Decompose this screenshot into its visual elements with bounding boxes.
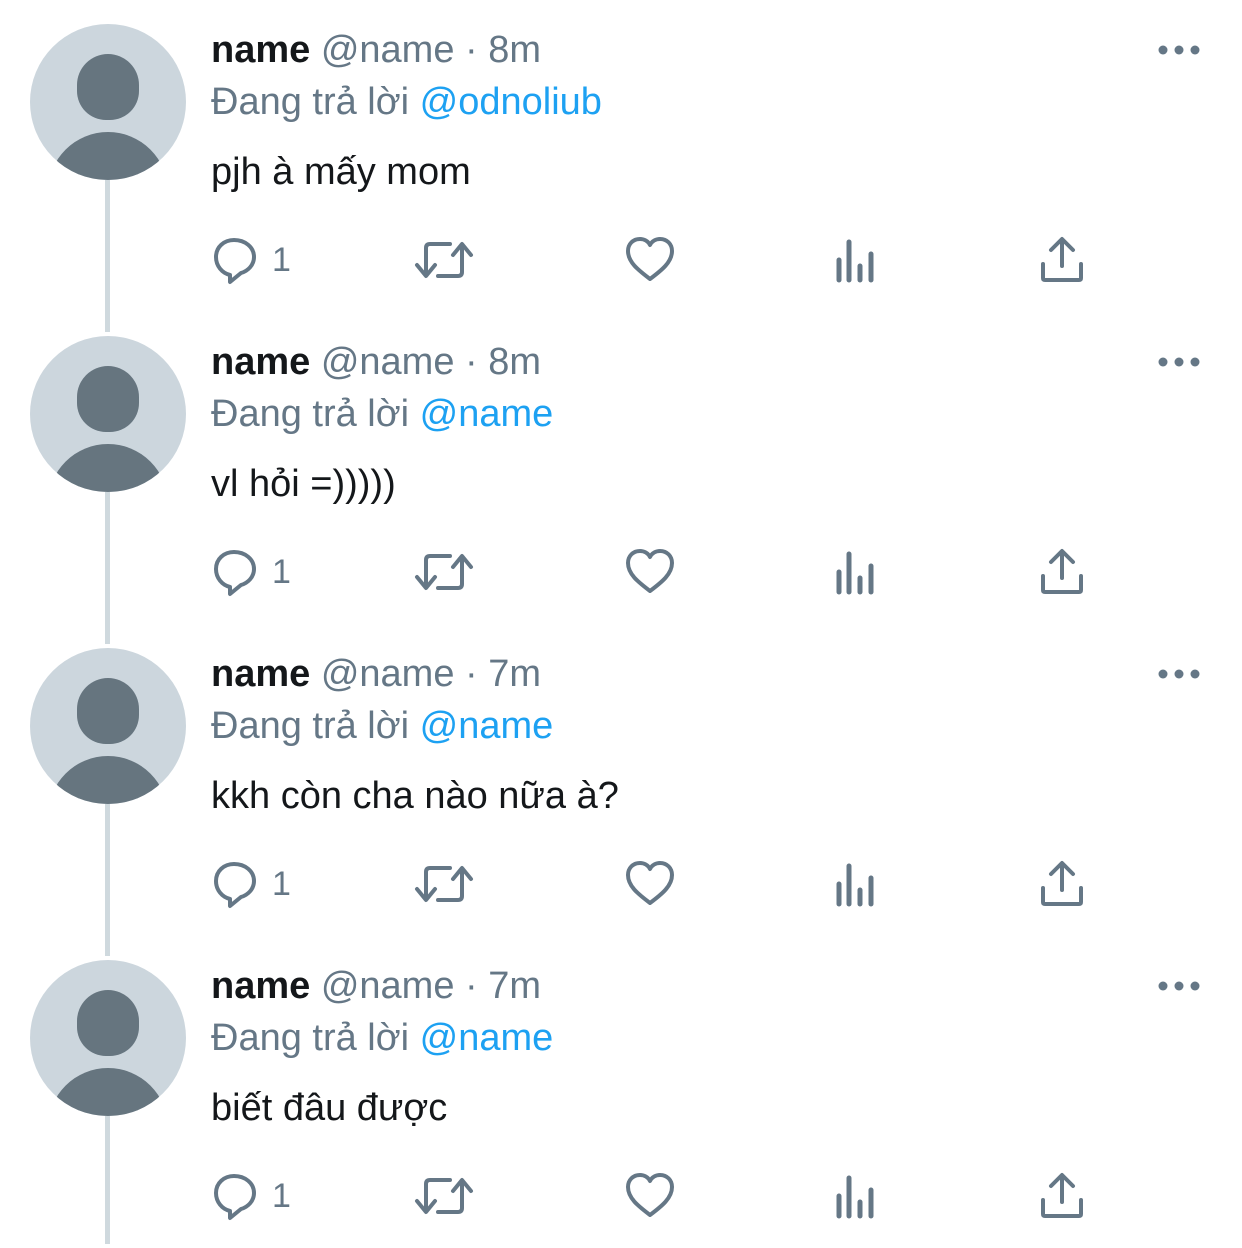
display-name[interactable]: name: [211, 653, 310, 695]
reply-bubble-icon: [214, 550, 256, 596]
reply-bubble-icon: [214, 1174, 256, 1220]
replying-to: Đang trả lời @odnoliub: [211, 80, 602, 124]
user-handle[interactable]: @name: [321, 29, 455, 71]
default-avatar-icon[interactable]: [30, 336, 186, 492]
more-dots-icon[interactable]: [1158, 40, 1200, 60]
display-name[interactable]: name: [211, 965, 310, 1007]
tweet-actions: 1: [0, 1168, 1242, 1228]
retweet-icon: [415, 866, 473, 902]
share-upload-icon: [1041, 237, 1083, 282]
tweet-text: kkh còn cha nào nữa à?: [211, 775, 619, 817]
separator-dot: ·: [465, 341, 478, 383]
timestamp[interactable]: 8m: [488, 341, 541, 383]
timestamp[interactable]: 7m: [488, 965, 541, 1007]
tweet-actions: 1: [0, 232, 1242, 292]
more-dots-icon[interactable]: [1158, 664, 1200, 684]
share-button[interactable]: [1038, 544, 1086, 600]
tweet-actions: 1: [0, 544, 1242, 604]
user-handle[interactable]: @name: [321, 965, 455, 1007]
analytics-button[interactable]: [832, 1168, 880, 1224]
like-button[interactable]: [624, 856, 676, 912]
separator-dot: ·: [465, 965, 478, 1007]
retweet-button[interactable]: [414, 856, 474, 912]
reply-button[interactable]: 1: [212, 544, 302, 600]
tweet-header: name @name · 7m: [211, 964, 541, 1008]
user-handle[interactable]: @name: [321, 341, 455, 383]
share-button[interactable]: [1038, 1168, 1086, 1224]
replying-to-label: Đang trả lời: [211, 393, 410, 435]
tweet-header: name @name · 8m: [211, 340, 541, 384]
heart-icon: [626, 861, 674, 905]
tweet-item[interactable]: name @name · 7m Đang trả lời @name biết …: [0, 936, 1242, 1248]
replying-to: Đang trả lời @name: [211, 392, 553, 436]
analytics-button[interactable]: [832, 232, 880, 288]
reply-button[interactable]: 1: [212, 856, 302, 912]
replying-to: Đang trả lời @name: [211, 704, 553, 748]
replying-to-label: Đang trả lời: [211, 1017, 410, 1059]
tweet-item[interactable]: name @name · 8m Đang trả lời @odnoliub p…: [0, 0, 1242, 312]
heart-icon: [626, 237, 674, 281]
analytics-bars-icon: [836, 863, 874, 907]
reply-count: 1: [272, 553, 291, 591]
tweet-actions: 1: [0, 856, 1242, 916]
like-button[interactable]: [624, 232, 676, 288]
analytics-bars-icon: [836, 1175, 874, 1219]
tweet-text: biết đâu được: [211, 1087, 448, 1129]
reply-button[interactable]: 1: [212, 232, 302, 288]
analytics-bars-icon: [836, 551, 874, 595]
tweet-header: name @name · 7m: [211, 652, 541, 696]
share-button[interactable]: [1038, 856, 1086, 912]
retweet-button[interactable]: [414, 232, 474, 288]
share-upload-icon: [1041, 1173, 1083, 1218]
reply-count: 1: [272, 241, 291, 279]
retweet-icon: [415, 1178, 473, 1214]
heart-icon: [626, 1173, 674, 1217]
retweet-button[interactable]: [414, 544, 474, 600]
replying-to: Đang trả lời @name: [211, 1016, 553, 1060]
default-avatar-icon[interactable]: [30, 648, 186, 804]
retweet-button[interactable]: [414, 1168, 474, 1224]
timestamp[interactable]: 8m: [488, 29, 541, 71]
separator-dot: ·: [465, 29, 478, 71]
mention-link[interactable]: @odnoliub: [420, 81, 602, 123]
share-upload-icon: [1041, 861, 1083, 906]
user-handle[interactable]: @name: [321, 653, 455, 695]
mention-link[interactable]: @name: [420, 705, 554, 747]
analytics-bars-icon: [836, 239, 874, 283]
tweet-item[interactable]: name @name · 7m Đang trả lời @name kkh c…: [0, 624, 1242, 936]
default-avatar-icon[interactable]: [30, 960, 186, 1116]
display-name[interactable]: name: [211, 29, 310, 71]
mention-link[interactable]: @name: [420, 1017, 554, 1059]
default-avatar-icon[interactable]: [30, 24, 186, 180]
display-name[interactable]: name: [211, 341, 310, 383]
retweet-icon: [415, 554, 473, 590]
like-button[interactable]: [624, 544, 676, 600]
analytics-button[interactable]: [832, 544, 880, 600]
more-dots-icon[interactable]: [1158, 352, 1200, 372]
tweet-header: name @name · 8m: [211, 28, 541, 72]
replying-to-label: Đang trả lời: [211, 81, 410, 123]
reply-count: 1: [272, 1177, 291, 1215]
tweet-text: vl hỏi =))))): [211, 463, 396, 505]
separator-dot: ·: [465, 653, 478, 695]
mention-link[interactable]: @name: [420, 393, 554, 435]
timestamp[interactable]: 7m: [488, 653, 541, 695]
like-button[interactable]: [624, 1168, 676, 1224]
reply-bubble-icon: [214, 862, 256, 908]
analytics-button[interactable]: [832, 856, 880, 912]
more-dots-icon[interactable]: [1158, 976, 1200, 996]
tweet-text: pjh à mấy mom: [211, 151, 471, 193]
reply-button[interactable]: 1: [212, 1168, 302, 1224]
reply-count: 1: [272, 865, 291, 903]
replying-to-label: Đang trả lời: [211, 705, 410, 747]
share-upload-icon: [1041, 549, 1083, 594]
tweet-item[interactable]: name @name · 8m Đang trả lời @name vl hỏ…: [0, 312, 1242, 624]
share-button[interactable]: [1038, 232, 1086, 288]
reply-bubble-icon: [214, 238, 256, 284]
retweet-icon: [415, 242, 473, 278]
heart-icon: [626, 549, 674, 593]
